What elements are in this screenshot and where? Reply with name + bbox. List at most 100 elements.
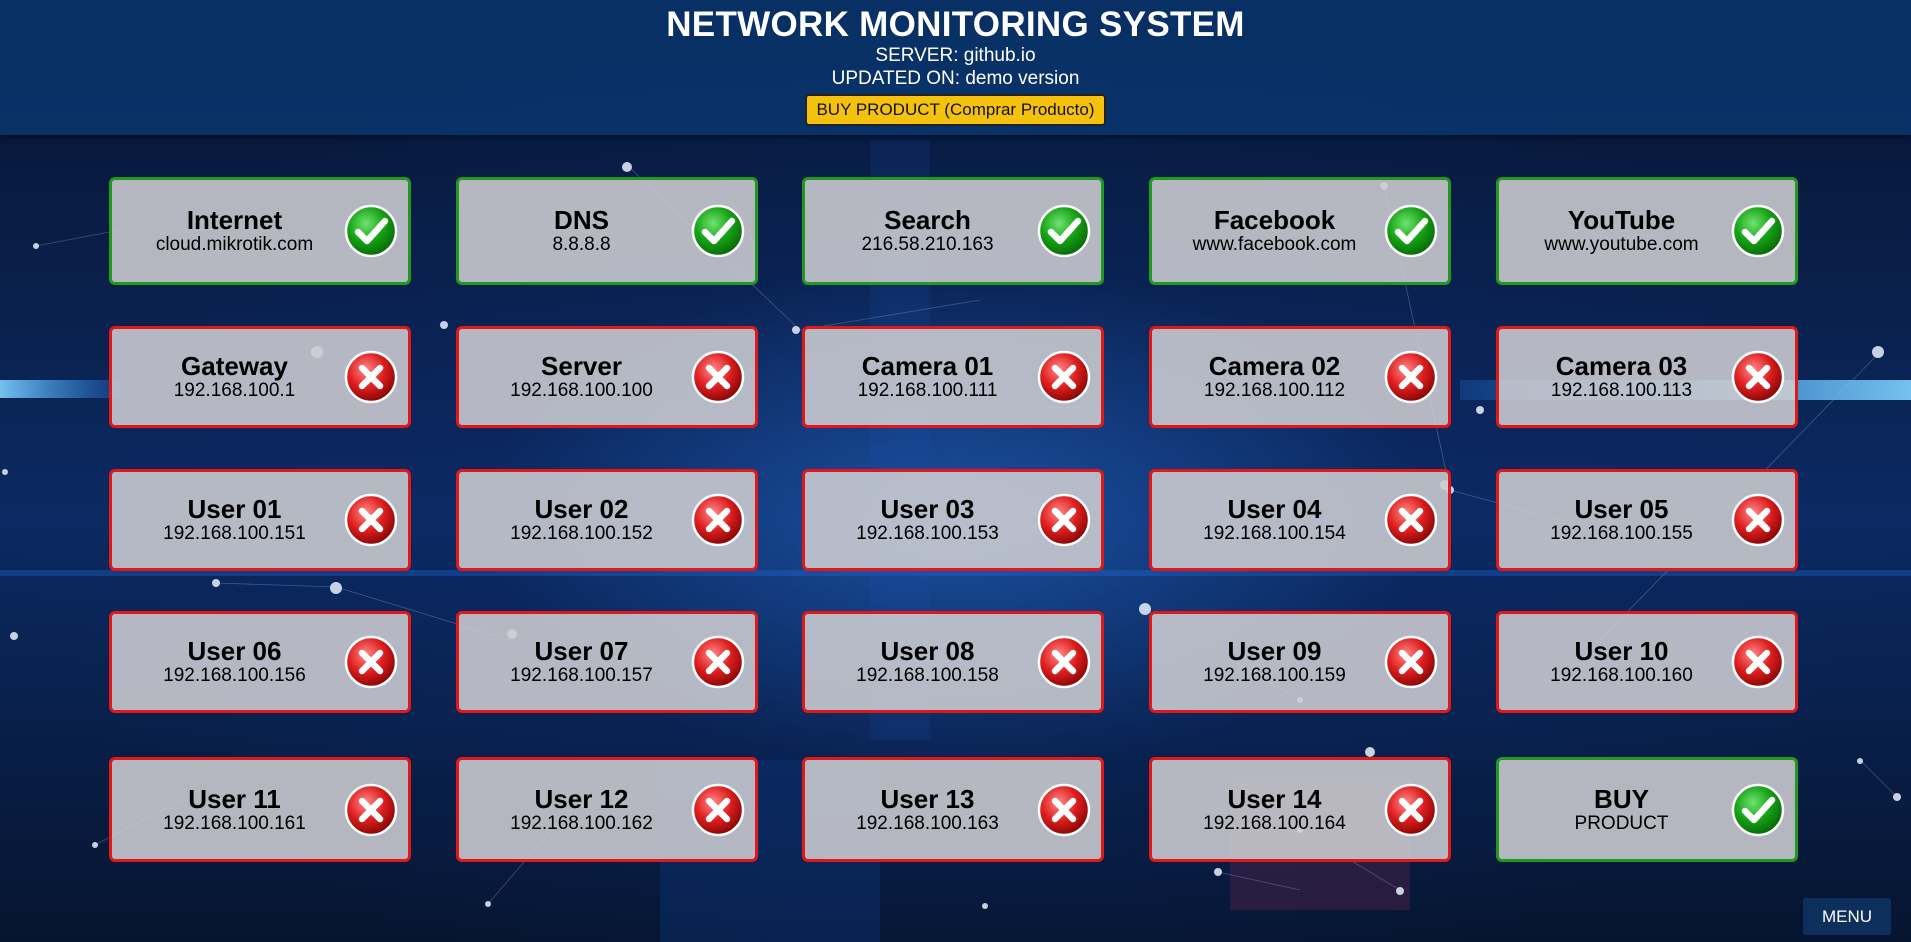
device-info: DNS 8.8.8.8 bbox=[459, 206, 704, 256]
x-icon bbox=[344, 783, 398, 837]
device-card[interactable]: User 07 192.168.100.157 bbox=[456, 611, 758, 713]
device-card[interactable]: User 12 192.168.100.162 bbox=[456, 757, 758, 862]
device-card[interactable]: User 06 192.168.100.156 bbox=[109, 611, 411, 713]
device-card[interactable]: Internet cloud.mikrotik.com bbox=[109, 177, 411, 285]
device-info: User 08 192.168.100.158 bbox=[805, 637, 1050, 687]
device-card[interactable]: Gateway 192.168.100.1 bbox=[109, 326, 411, 428]
device-address: 192.168.100.158 bbox=[856, 665, 999, 686]
server-label: SERVER: github.io bbox=[875, 45, 1036, 66]
x-icon bbox=[691, 493, 745, 547]
device-card[interactable]: YouTube www.youtube.com bbox=[1496, 177, 1798, 285]
device-card[interactable]: Camera 01 192.168.100.111 bbox=[802, 326, 1104, 428]
device-name: User 06 bbox=[187, 636, 282, 666]
x-icon bbox=[344, 350, 398, 404]
device-address: 192.168.100.151 bbox=[163, 523, 306, 544]
x-icon bbox=[691, 350, 745, 404]
device-card[interactable]: User 08 192.168.100.158 bbox=[802, 611, 1104, 713]
device-name: Camera 02 bbox=[1208, 351, 1341, 381]
page-title: NETWORK MONITORING SYSTEM bbox=[666, 5, 1245, 44]
device-card[interactable]: User 11 192.168.100.161 bbox=[109, 757, 411, 862]
device-info: User 09 192.168.100.159 bbox=[1152, 637, 1397, 687]
device-name: User 08 bbox=[880, 636, 975, 666]
x-icon bbox=[1037, 350, 1091, 404]
device-name: User 01 bbox=[187, 494, 282, 524]
x-icon bbox=[1037, 493, 1091, 547]
device-address: 192.168.100.113 bbox=[1550, 380, 1693, 401]
device-card[interactable]: User 14 192.168.100.164 bbox=[1149, 757, 1451, 862]
device-info: Gateway 192.168.100.1 bbox=[112, 352, 357, 402]
device-address: PRODUCT bbox=[1574, 813, 1669, 834]
device-card[interactable]: BUY PRODUCT bbox=[1496, 757, 1798, 862]
x-icon bbox=[1037, 783, 1091, 837]
device-info: Camera 02 192.168.100.112 bbox=[1152, 352, 1397, 402]
device-address: 192.168.100.157 bbox=[510, 665, 653, 686]
device-card[interactable]: User 01 192.168.100.151 bbox=[109, 469, 411, 571]
device-card[interactable]: Camera 02 192.168.100.112 bbox=[1149, 326, 1451, 428]
check-icon bbox=[1037, 204, 1091, 258]
device-info: User 07 192.168.100.157 bbox=[459, 637, 704, 687]
device-info: User 06 192.168.100.156 bbox=[112, 637, 357, 687]
device-name: User 11 bbox=[188, 784, 281, 814]
device-address: www.facebook.com bbox=[1192, 234, 1357, 255]
device-card[interactable]: User 02 192.168.100.152 bbox=[456, 469, 758, 571]
device-address: 192.168.100.1 bbox=[173, 380, 296, 401]
device-card[interactable]: User 13 192.168.100.163 bbox=[802, 757, 1104, 862]
device-card[interactable]: DNS 8.8.8.8 bbox=[456, 177, 758, 285]
device-address: 216.58.210.163 bbox=[861, 234, 994, 255]
device-name: Camera 03 bbox=[1555, 351, 1688, 381]
device-info: User 11 192.168.100.161 bbox=[112, 785, 357, 835]
device-name: User 02 bbox=[534, 494, 629, 524]
buy-product-button[interactable]: BUY PRODUCT (Comprar Producto) bbox=[805, 94, 1106, 126]
device-name: User 10 bbox=[1574, 636, 1669, 666]
device-info: YouTube www.youtube.com bbox=[1499, 206, 1744, 256]
device-address: 192.168.100.164 bbox=[1203, 813, 1346, 834]
x-icon bbox=[1731, 493, 1785, 547]
device-address: 192.168.100.154 bbox=[1203, 523, 1346, 544]
device-info: User 12 192.168.100.162 bbox=[459, 785, 704, 835]
device-card[interactable]: User 10 192.168.100.160 bbox=[1496, 611, 1798, 713]
device-name: User 14 bbox=[1227, 784, 1322, 814]
device-name: User 05 bbox=[1574, 494, 1669, 524]
device-address: cloud.mikrotik.com bbox=[155, 234, 314, 255]
device-info: User 10 192.168.100.160 bbox=[1499, 637, 1744, 687]
device-address: 192.168.100.152 bbox=[510, 523, 653, 544]
device-card[interactable]: Search 216.58.210.163 bbox=[802, 177, 1104, 285]
check-icon bbox=[344, 204, 398, 258]
device-info: Facebook www.facebook.com bbox=[1152, 206, 1397, 256]
device-info: Internet cloud.mikrotik.com bbox=[112, 206, 357, 256]
updated-label: UPDATED ON: demo version bbox=[831, 68, 1080, 89]
x-icon bbox=[691, 783, 745, 837]
check-icon bbox=[1731, 783, 1785, 837]
device-address: 8.8.8.8 bbox=[552, 234, 611, 255]
device-info: Camera 01 192.168.100.111 bbox=[805, 352, 1050, 402]
device-card[interactable]: User 09 192.168.100.159 bbox=[1149, 611, 1451, 713]
x-icon bbox=[1037, 635, 1091, 689]
device-name: User 13 bbox=[880, 784, 975, 814]
device-address: 192.168.100.100 bbox=[510, 380, 653, 401]
device-name: Internet bbox=[186, 205, 283, 235]
device-name: User 04 bbox=[1227, 494, 1322, 524]
device-card[interactable]: User 04 192.168.100.154 bbox=[1149, 469, 1451, 571]
device-card[interactable]: User 05 192.168.100.155 bbox=[1496, 469, 1798, 571]
device-address: 192.168.100.160 bbox=[1550, 665, 1693, 686]
check-icon bbox=[1384, 204, 1438, 258]
device-card[interactable]: Camera 03 192.168.100.113 bbox=[1496, 326, 1798, 428]
device-address: 192.168.100.112 bbox=[1203, 380, 1346, 401]
check-icon bbox=[1731, 204, 1785, 258]
device-name: User 09 bbox=[1227, 636, 1322, 666]
device-address: 192.168.100.163 bbox=[856, 813, 999, 834]
device-name: User 03 bbox=[880, 494, 975, 524]
device-name: Server bbox=[541, 351, 622, 381]
device-info: Server 192.168.100.100 bbox=[459, 352, 704, 402]
menu-button[interactable]: MENU bbox=[1803, 898, 1891, 935]
device-card[interactable]: Facebook www.facebook.com bbox=[1149, 177, 1451, 285]
device-name: BUY bbox=[1594, 784, 1649, 814]
device-info: Search 216.58.210.163 bbox=[805, 206, 1050, 256]
device-address: 192.168.100.162 bbox=[510, 813, 653, 834]
device-name: YouTube bbox=[1567, 205, 1676, 235]
device-name: Gateway bbox=[181, 351, 288, 381]
x-icon bbox=[1384, 350, 1438, 404]
device-info: Camera 03 192.168.100.113 bbox=[1499, 352, 1744, 402]
device-card[interactable]: User 03 192.168.100.153 bbox=[802, 469, 1104, 571]
device-card[interactable]: Server 192.168.100.100 bbox=[456, 326, 758, 428]
